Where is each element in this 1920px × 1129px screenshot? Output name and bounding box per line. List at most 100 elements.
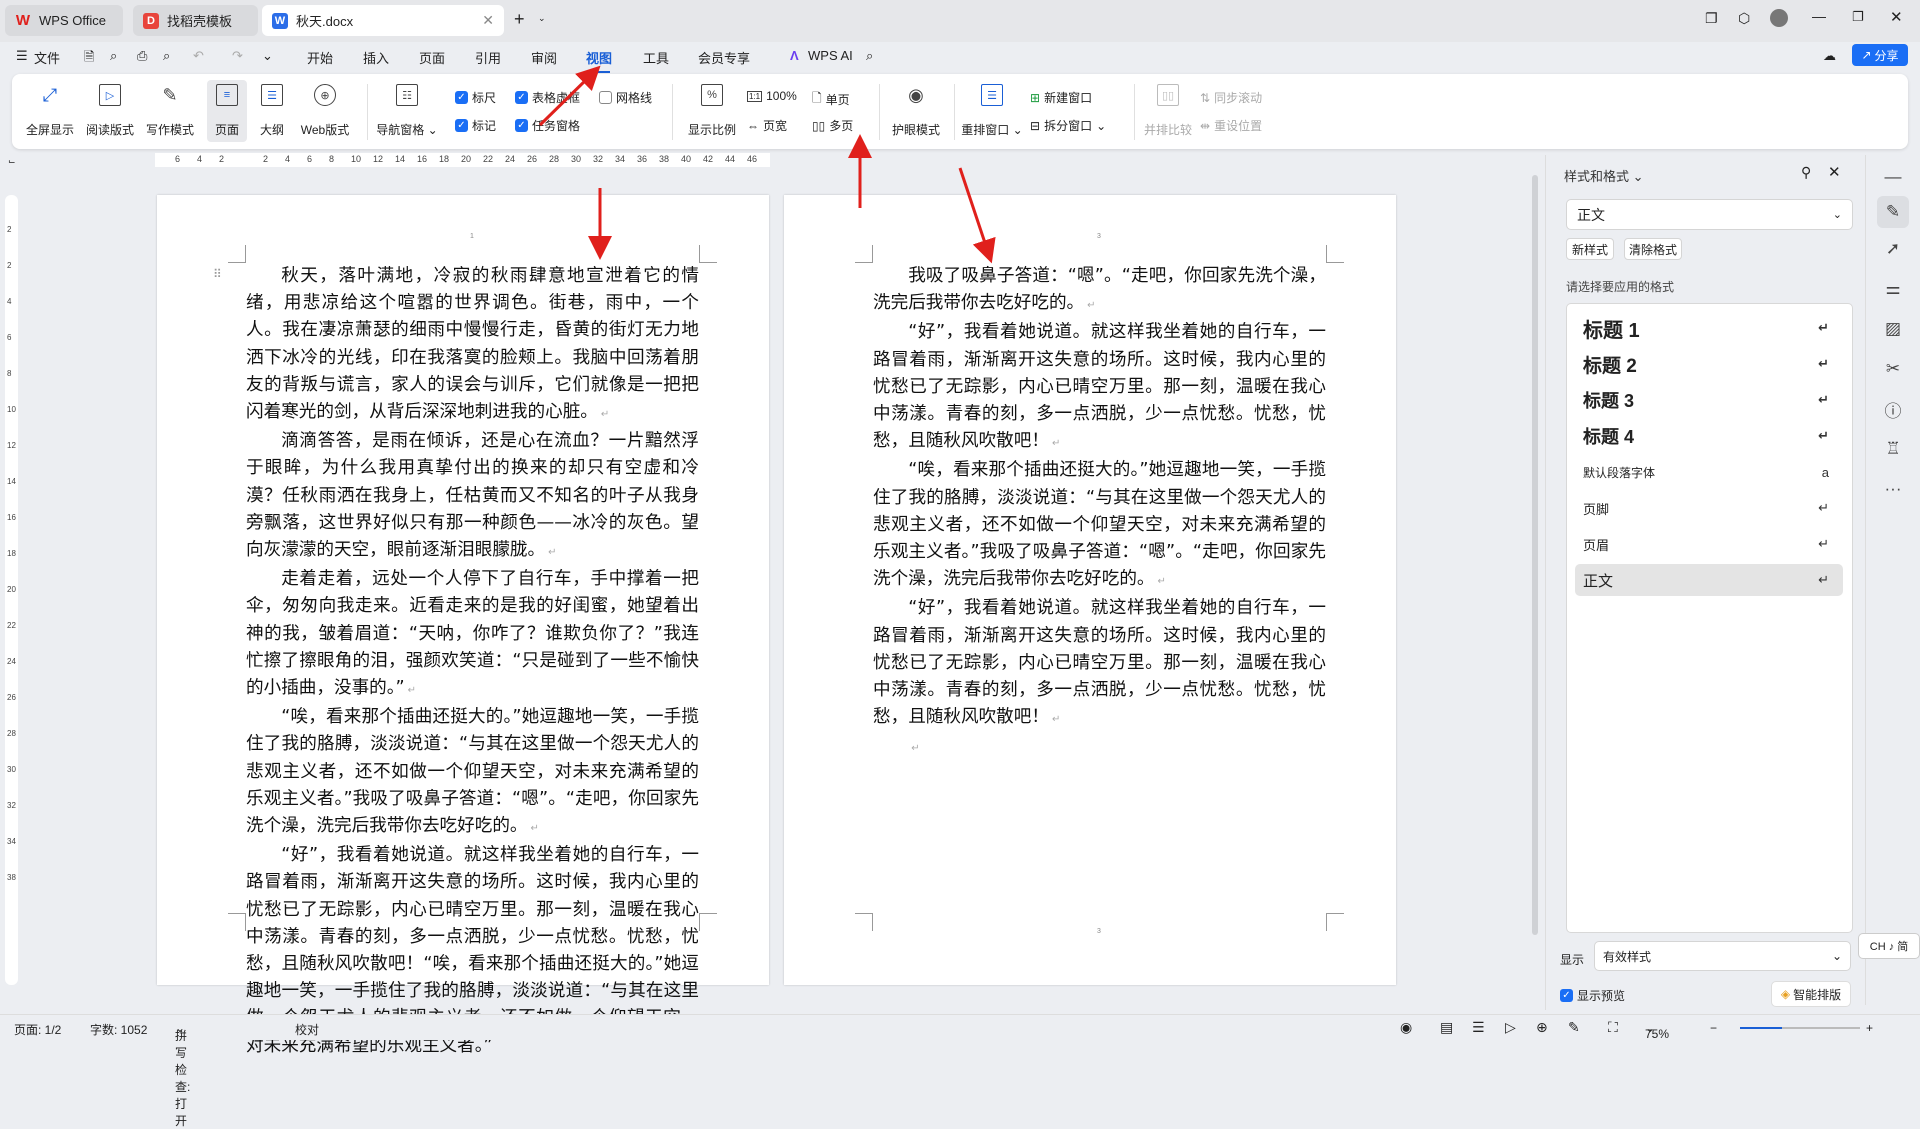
page-1-body[interactable]: 秋天，落叶满地，冷寂的秋雨肆意地宣泄着它的情绪，用悲凉给这个喧嚣的世界调色。街巷… [246,263,699,1060]
zoom-out-icon[interactable]: − [1710,1021,1717,1035]
spell-check[interactable]: 拼写检查: 打开 ⌄ [175,1021,190,1128]
table-gridlines-checkbox[interactable]: ✓ 表格虚框 [515,89,580,106]
menu-page[interactable]: 页面 [419,48,445,67]
ruler-checkbox[interactable]: ✓ 标尺 [455,89,496,106]
page-view-button[interactable]: ≡ 页面 [207,80,247,142]
smart-layout-button[interactable]: ◈ 智能排版 [1771,981,1851,1007]
format-painter-icon[interactable]: ⌕ [110,48,117,64]
menu-file[interactable]: 文件 [34,48,60,67]
close-panel-icon[interactable]: ✕ [1828,163,1841,181]
print-icon[interactable]: ⎙ [137,48,147,64]
page-view-icon[interactable]: ▤ [1440,1019,1453,1036]
page-2-body[interactable]: 我吸了吸鼻子答道：“嗯”。“走吧，你回家先洗个澡，洗完后我带你去吃好吃的。 ↵ “… [873,263,1326,763]
help-icon[interactable]: ⓘ [1879,395,1907,423]
style-pen-icon[interactable]: ✎ [1877,196,1909,228]
reset-position-button[interactable]: ⇹ 重设位置 [1200,117,1262,134]
new-window-button[interactable]: ⊞ 新建窗口 [1030,89,1092,106]
page-width-button[interactable]: ⇔ 页宽 [747,117,787,134]
multi-page-button[interactable]: ▯▯ 多页 [812,117,853,134]
avatar[interactable] [1770,9,1788,27]
sync-scroll-button[interactable]: ⇅ 同步滚动 [1200,89,1262,106]
window-layout-icon[interactable]: ❐ [1705,10,1718,27]
zoom-ratio-button[interactable]: % 显示比例 [682,80,742,142]
outline-view-icon[interactable]: ☰ [1472,1019,1485,1036]
select-cursor-icon[interactable]: ➚ [1879,235,1907,263]
close-tab-icon[interactable]: ✕ [482,12,494,29]
ime-indicator[interactable]: CH ♪ 简 [1858,933,1920,959]
vertical-scrollbar[interactable] [1530,155,1540,1010]
style-header[interactable]: 页眉 ↵ [1575,528,1843,560]
horizontal-ruler[interactable]: 6 4 2 2 4 6 8 10 12 14 16 18 20 22 24 26 28 30 32 34 36 38 40 4… [155,153,770,167]
task-pane-checkbox[interactable]: ✓ 任务窗格 [515,117,580,134]
menu-insert[interactable]: 插入 [363,48,389,67]
more-quick-icon[interactable]: ⌄ [262,48,273,64]
menu-icon[interactable]: ☰ [16,48,28,64]
close-window-icon[interactable]: ✕ [1890,8,1903,26]
current-style-select[interactable]: 正文 ⌄ [1566,199,1853,230]
scrollbar-thumb[interactable] [1532,175,1538,935]
ruler-corner-icon[interactable]: ⌙ [8,156,16,167]
web-view-icon[interactable]: ⊕ [1536,1019,1548,1036]
share-button[interactable]: ↗ 分享 [1852,44,1908,66]
outline-button[interactable]: ☰ 大纲 [254,80,290,142]
undo-icon[interactable]: ↶ [193,48,204,64]
wps-ai-button[interactable]: WPS AI [808,48,853,63]
clear-format-button[interactable]: 清除格式 [1624,238,1682,260]
zoom-100-button[interactable]: 1:1 100% [747,89,797,103]
menu-member[interactable]: 会员专享 [698,48,750,67]
document-page-1[interactable]: 1 1 ⠿ 秋天，落叶满地，冷寂的秋雨肆意地宣泄着它的情绪，用悲凉给这个喧嚣的世… [157,195,769,1056]
reading-mode-button[interactable]: ▷ 阅读版式 [84,80,136,142]
style-footer[interactable]: 页脚 ↵ [1575,492,1843,524]
cloud-sync-icon[interactable]: ☁ [1823,48,1836,64]
tools-icon[interactable]: ✂ [1879,355,1907,383]
more-icon[interactable]: ··· [1879,475,1907,503]
rearrange-window-button[interactable]: ☰ 重排窗口 ⌄ [959,80,1025,142]
theme-shirt-icon[interactable]: ♖ [1879,435,1907,463]
web-layout-button[interactable]: ⊕ Web版式 [296,80,354,142]
style-heading-4[interactable]: 标题 4 ↵ [1575,420,1843,452]
fit-page-icon[interactable]: ⛶ [1608,1019,1618,1036]
split-window-button[interactable]: ⊟ 拆分窗口 ⌄ [1030,117,1106,134]
gridlines-checkbox[interactable]: 网格线 [599,89,652,106]
play-icon[interactable]: ▷ [1505,1019,1516,1036]
minimize-icon[interactable]: — [1812,8,1826,24]
menu-references[interactable]: 引用 [475,48,501,67]
proofread-button[interactable]: 校对 [295,1021,319,1038]
eye-mode-button[interactable]: ◉ 护眼模式 [885,80,947,142]
search-icon[interactable]: ⌕ [866,48,873,64]
save-icon[interactable]: 🗎 [84,48,94,70]
single-page-button[interactable]: 🗋 单页 [812,89,850,110]
menu-home[interactable]: 开始 [307,48,333,67]
style-normal[interactable]: 正文 ↵ [1575,564,1843,596]
menu-review[interactable]: 审阅 [531,48,557,67]
restore-icon[interactable]: ❐ [1852,9,1864,25]
zoom-level[interactable]: 75% ⌄ [1645,1021,1669,1041]
image-edit-icon[interactable]: ▨ [1879,315,1907,343]
show-filter-select[interactable]: 有效样式 ⌄ [1594,941,1851,971]
chevron-down-icon[interactable]: ⌄ [538,13,546,24]
collapse-icon[interactable]: — [1879,163,1907,191]
zoom-in-icon[interactable]: + [1866,1021,1873,1035]
document-page-2[interactable]: 3 3 我吸了吸鼻子答道：“嗯”。“走吧，你回家先洗个澡，洗完后我带你去吃好吃的… [784,195,1396,985]
tab-document[interactable]: W 秋天.docx ✕ [262,5,504,36]
adjust-sliders-icon[interactable]: ⚌ [1879,275,1907,303]
redo-icon[interactable]: ↷ [232,48,243,64]
print-preview-icon[interactable]: ⌕ [163,48,170,64]
show-preview-checkbox[interactable]: ✓ 显示预览 [1560,987,1625,1004]
panel-title[interactable]: 样式和格式 ⌄ [1564,166,1644,185]
writing-view-icon[interactable]: ✎ [1568,1019,1580,1036]
side-by-side-button[interactable]: ▯▯ 并排比较 [1139,80,1197,142]
style-heading-2[interactable]: 标题 2 ↵ [1575,348,1843,380]
style-default-font[interactable]: 默认段落字体 a [1575,456,1843,488]
fullscreen-button[interactable]: ⤢ 全屏显示 [24,80,76,142]
writing-mode-button[interactable]: ✎ 写作模式 [144,80,196,142]
word-count[interactable]: 字数: 1052 [90,1021,147,1038]
zoom-slider[interactable] [1740,1027,1860,1029]
menu-view[interactable]: 视图 [586,48,612,73]
vertical-ruler[interactable]: 2 2 4 6 8 10 12 14 16 18 20 22 24 26 28 30 32 34 38 [5,195,18,985]
menu-tools[interactable]: 工具 [643,48,669,67]
page-count[interactable]: 页面: 1/2 [14,1021,61,1038]
pin-icon[interactable]: ⚲ [1801,164,1811,181]
style-heading-1[interactable]: 标题 1 ↵ [1575,312,1843,344]
tab-docer[interactable]: D 找稻壳模板 [133,5,258,36]
